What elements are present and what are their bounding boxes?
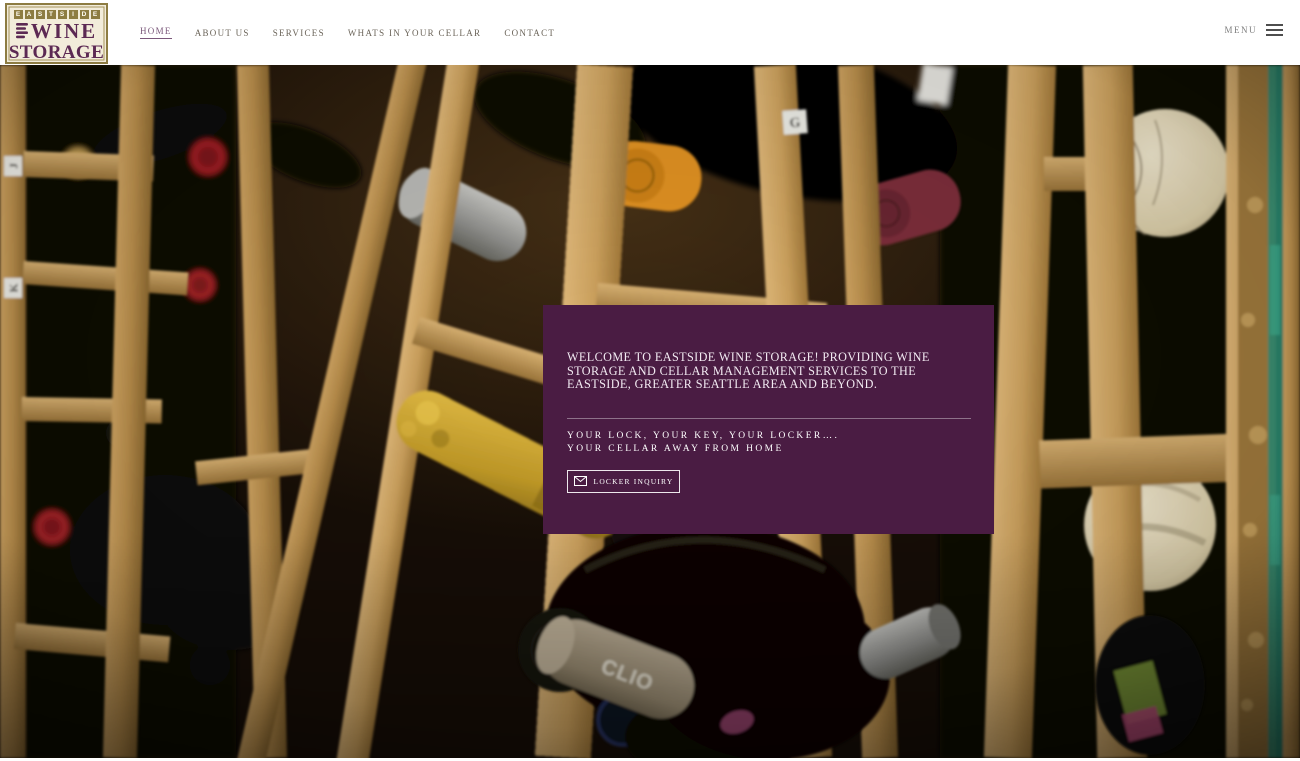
logo-letter: S [58,10,67,19]
locker-inquiry-label: LOCKER INQUIRY [594,477,674,486]
hamburger-menu-icon [1266,24,1283,36]
nav-item-about-us[interactable]: ABOUT US [195,28,250,38]
logo-eastside-row: E A S T S I D E [7,10,106,19]
tagline-line-2: YOUR CELLAR AWAY FROM HOME [567,443,972,457]
nav-item-contact[interactable]: CONTACT [504,28,555,38]
site-logo[interactable]: E A S T S I D E WINE [5,3,108,64]
logo-letter: D [80,10,89,19]
logo-letter: S [36,10,45,19]
nav-item-whats-in-your-cellar[interactable]: WHATS IN YOUR CELLAR [348,28,481,38]
logo-letter: A [25,10,34,19]
welcome-heading: WELCOME TO EASTSIDE WINE STORAGE! PROVID… [567,351,971,392]
hero-section: J K G I [0,65,1300,758]
locker-inquiry-button[interactable]: LOCKER INQUIRY [567,470,680,493]
main-nav: HOME ABOUT US SERVICES WHATS IN YOUR CEL… [140,0,555,65]
card-divider [567,418,971,419]
logo-storage-text: STORAGE [7,43,106,62]
site-header: E A S T S I D E WINE [0,0,1300,65]
logo-letter: E [14,10,23,19]
nav-item-home[interactable]: HOME [140,26,172,39]
wine-rack-icon [16,22,29,40]
tagline: YOUR LOCK, YOUR KEY, YOUR LOCKER…. YOUR … [567,430,972,457]
logo-letter: E [91,10,100,19]
logo-wine-row: WINE [7,20,106,42]
nav-item-services[interactable]: SERVICES [273,28,325,38]
welcome-card: WELCOME TO EASTSIDE WINE STORAGE! PROVID… [543,305,994,534]
envelope-icon [574,476,587,486]
menu-toggle[interactable]: MENU [1225,24,1284,36]
menu-label: MENU [1225,25,1258,35]
logo-wine-text: WINE [31,21,97,42]
logo-letter: I [69,10,78,19]
logo-letter: T [47,10,56,19]
page: E A S T S I D E WINE [0,0,1300,761]
tagline-line-1: YOUR LOCK, YOUR KEY, YOUR LOCKER…. [567,430,972,444]
